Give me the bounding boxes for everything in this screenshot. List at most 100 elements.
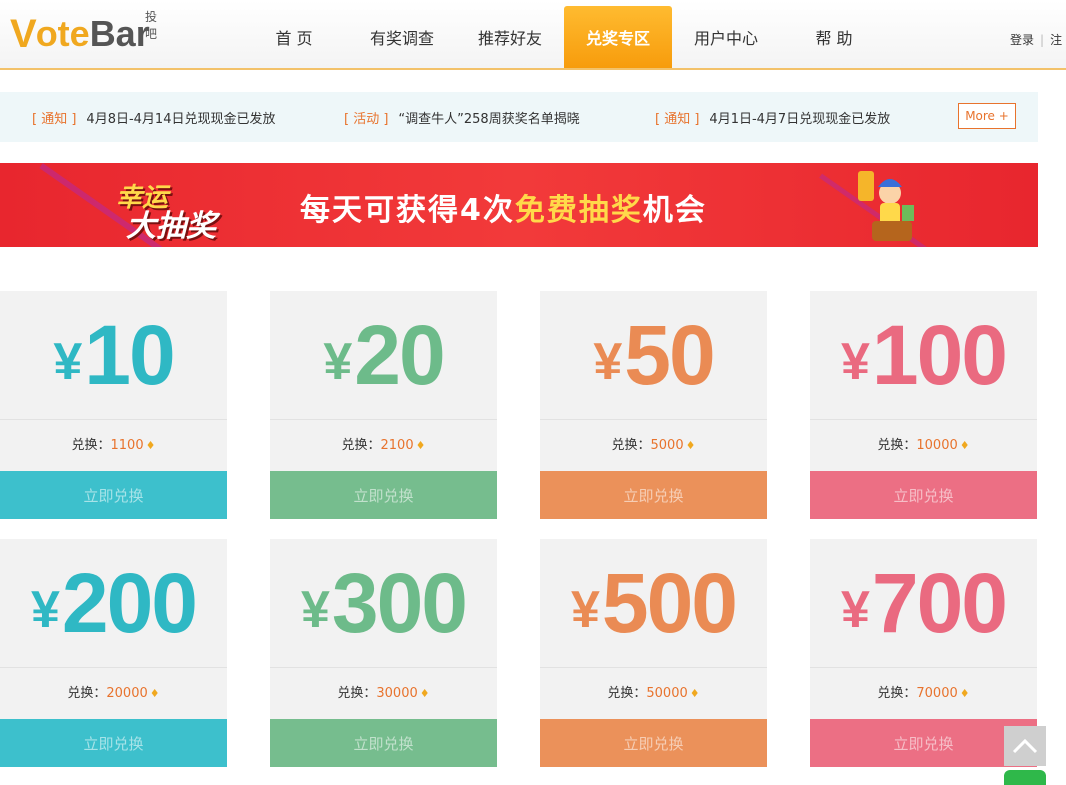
redeem-button[interactable]: 立即兑换 (270, 719, 497, 767)
exchange-cost: 兑换：30000 ♦ (270, 682, 497, 701)
points-value: 50000 (646, 686, 688, 701)
exchange-label: 兑换： (341, 438, 381, 453)
exchange-cost: 兑换：70000 ♦ (810, 682, 1037, 701)
exchange-label: 兑换： (877, 686, 917, 701)
lottery-banner[interactable]: 幸运 大抽奖 每天可获得4次免费抽奖机会 (0, 163, 1038, 247)
amount-value: 700 (871, 555, 1008, 650)
nav-home[interactable]: 首 页 (240, 6, 348, 68)
amount-value: 100 (871, 307, 1008, 402)
nav-redeem[interactable]: 兑奖专区 (564, 6, 672, 68)
login-link[interactable]: 登录 (1010, 33, 1034, 47)
logo-v: V (10, 12, 37, 56)
site-header: V oteBar 投吧 首 页 有奖调查 推荐好友 兑奖专区 用户中心 帮 助 … (0, 0, 1066, 70)
card-amount: ¥500 (540, 539, 767, 667)
card-amount: ¥10 (0, 291, 227, 419)
exchange-cost: 兑换：50000 ♦ (540, 682, 767, 701)
yen-symbol: ¥ (323, 333, 353, 391)
diamond-icon: ♦ (145, 439, 156, 452)
points-value: 30000 (376, 686, 418, 701)
redeem-button[interactable]: 立即兑换 (810, 471, 1037, 519)
logo-bar: Bar (89, 13, 150, 54)
exchange-label: 兑换： (611, 438, 651, 453)
nav-user-center[interactable]: 用户中心 (672, 6, 780, 68)
points-value: 70000 (916, 686, 958, 701)
card-divider (810, 419, 1037, 420)
banner-text-before: 每天可获得4次 (300, 193, 515, 228)
redeem-button[interactable]: 立即兑换 (540, 471, 767, 519)
chevron-up-icon (1012, 738, 1038, 754)
exchange-label: 兑换： (337, 686, 377, 701)
yen-symbol: ¥ (53, 333, 83, 391)
lucky-draw-logo: 幸运 大抽奖 (96, 177, 246, 244)
redeem-button[interactable]: 立即兑换 (810, 719, 1037, 767)
exchange-label: 兑换： (67, 686, 107, 701)
yen-symbol: ¥ (300, 581, 330, 639)
amount-value: 20 (354, 307, 445, 402)
logo[interactable]: V oteBar 投吧 (10, 8, 157, 56)
redeem-card: ¥300 兑换：30000 ♦ 立即兑换 (270, 539, 497, 767)
wechat-icon[interactable] (1004, 770, 1046, 785)
logo-wordmark: oteBar (36, 14, 150, 54)
exchange-label: 兑换： (877, 438, 917, 453)
redeem-card: ¥20 兑换：2100 ♦ 立即兑换 (270, 291, 497, 519)
diamond-icon: ♦ (415, 439, 426, 452)
notice-bar: [ 通知 ] 4月8日-4月14日兑现现金已发放 [ 活动 ] “调查牛人”258周… (0, 92, 1038, 142)
redeem-card: ¥200 兑换：20000 ♦ 立即兑换 (0, 539, 227, 767)
nav-refer[interactable]: 推荐好友 (456, 6, 564, 68)
register-link[interactable]: 注 (1050, 33, 1062, 47)
yen-symbol: ¥ (570, 581, 600, 639)
card-amount: ¥200 (0, 539, 227, 667)
card-divider (540, 667, 767, 668)
card-amount: ¥50 (540, 291, 767, 419)
notice-item[interactable]: [ 通知 ] 4月1日-4月7日兑现现金已发放 (655, 108, 890, 127)
redeem-button[interactable]: 立即兑换 (540, 719, 767, 767)
yen-symbol: ¥ (30, 581, 60, 639)
notice-text: 4月8日-4月14日兑现现金已发放 (86, 112, 276, 127)
diamond-icon: ♦ (419, 687, 430, 700)
amount-value: 500 (601, 555, 738, 650)
notice-tag: [ 通知 ] (655, 112, 700, 127)
auth-links: 登录 | 注 (1010, 31, 1062, 48)
exchange-cost: 兑换：2100 ♦ (270, 434, 497, 453)
card-divider (540, 419, 767, 420)
auth-separator: | (1040, 33, 1045, 47)
exchange-label: 兑换： (607, 686, 647, 701)
nav-help[interactable]: 帮 助 (780, 6, 888, 68)
redeem-button[interactable]: 立即兑换 (270, 471, 497, 519)
redeem-card: ¥100 兑换：10000 ♦ 立即兑换 (810, 291, 1037, 519)
amount-value: 300 (331, 555, 468, 650)
redeem-button[interactable]: 立即兑换 (0, 719, 227, 767)
amount-value: 10 (84, 307, 175, 402)
notice-item[interactable]: [ 通知 ] 4月8日-4月14日兑现现金已发放 (32, 108, 275, 127)
card-amount: ¥20 (270, 291, 497, 419)
diamond-icon: ♦ (149, 687, 160, 700)
banner-text-highlight: 免费抽奖 (514, 193, 643, 228)
card-amount: ¥100 (810, 291, 1037, 419)
main-nav: 首 页 有奖调查 推荐好友 兑奖专区 用户中心 帮 助 (240, 6, 888, 68)
diamond-icon: ♦ (959, 439, 970, 452)
exchange-cost: 兑换：1100 ♦ (0, 434, 227, 453)
lucky-line2: 大抽奖 (126, 209, 216, 244)
yen-symbol: ¥ (840, 333, 870, 391)
notice-tag: [ 活动 ] (344, 112, 389, 127)
exchange-cost: 兑换：10000 ♦ (810, 434, 1037, 453)
redeem-card: ¥700 兑换：70000 ♦ 立即兑换 (810, 539, 1037, 767)
notice-item[interactable]: [ 活动 ] “调查牛人”258周获奖名单揭晓 (344, 108, 580, 127)
notice-tag: [ 通知 ] (32, 112, 77, 127)
scroll-top-button[interactable] (1004, 726, 1046, 766)
card-divider (810, 667, 1037, 668)
more-button[interactable]: More + (958, 103, 1016, 129)
nav-surveys[interactable]: 有奖调查 (348, 6, 456, 68)
redeem-card: ¥500 兑换：50000 ♦ 立即兑换 (540, 539, 767, 767)
banner-headline: 每天可获得4次免费抽奖机会 (300, 185, 707, 229)
yen-symbol: ¥ (840, 581, 870, 639)
points-value: 2100 (380, 438, 414, 453)
card-divider (0, 419, 227, 420)
yen-symbol: ¥ (593, 333, 623, 391)
redeem-button[interactable]: 立即兑换 (0, 471, 227, 519)
card-divider (270, 667, 497, 668)
logo-subtitle: 投吧 (145, 10, 158, 41)
redeem-card: ¥10 兑换：1100 ♦ 立即兑换 (0, 291, 227, 519)
diamond-icon: ♦ (959, 687, 970, 700)
points-value: 5000 (650, 438, 684, 453)
